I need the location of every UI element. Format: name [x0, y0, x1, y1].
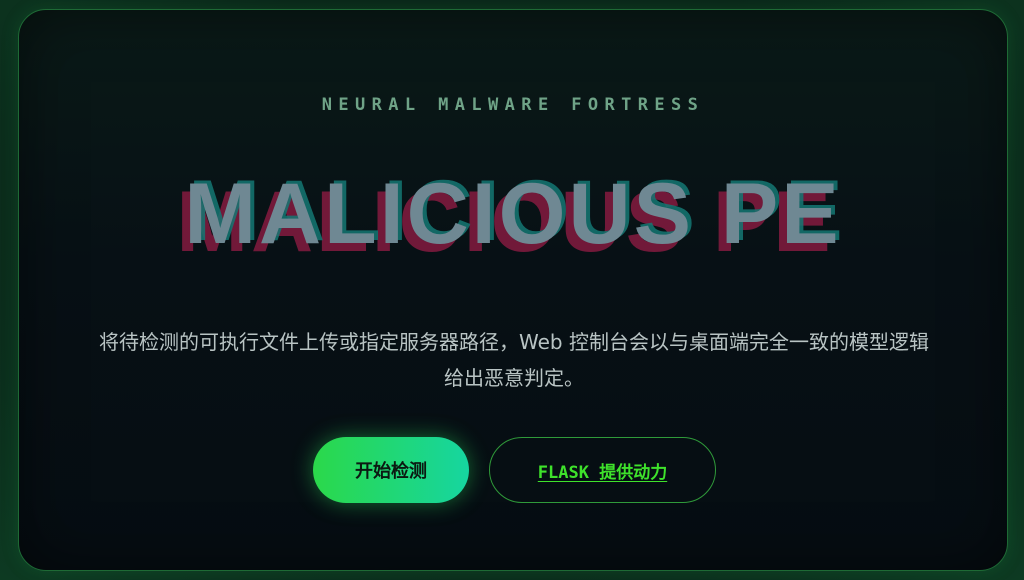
hero-title: MALICIOUS PE MALICIOUS PE MALICIOUS PE	[19, 163, 1007, 274]
hero-description: 将待检测的可执行文件上传或指定服务器路径，Web 控制台会以与桌面端完全一致的模…	[99, 330, 929, 390]
page-title: MALICIOUS PE	[184, 166, 842, 262]
start-detection-button[interactable]: 开始检测	[313, 437, 469, 503]
hero-card: NEURAL MALWARE FORTRESS MALICIOUS PE MAL…	[18, 9, 1008, 571]
hero-actions: 开始检测 FLASK 提供动力	[19, 437, 1007, 503]
flask-powered-link[interactable]: FLASK 提供动力	[489, 437, 716, 503]
eyebrow-text: NEURAL MALWARE FORTRESS	[321, 95, 705, 115]
